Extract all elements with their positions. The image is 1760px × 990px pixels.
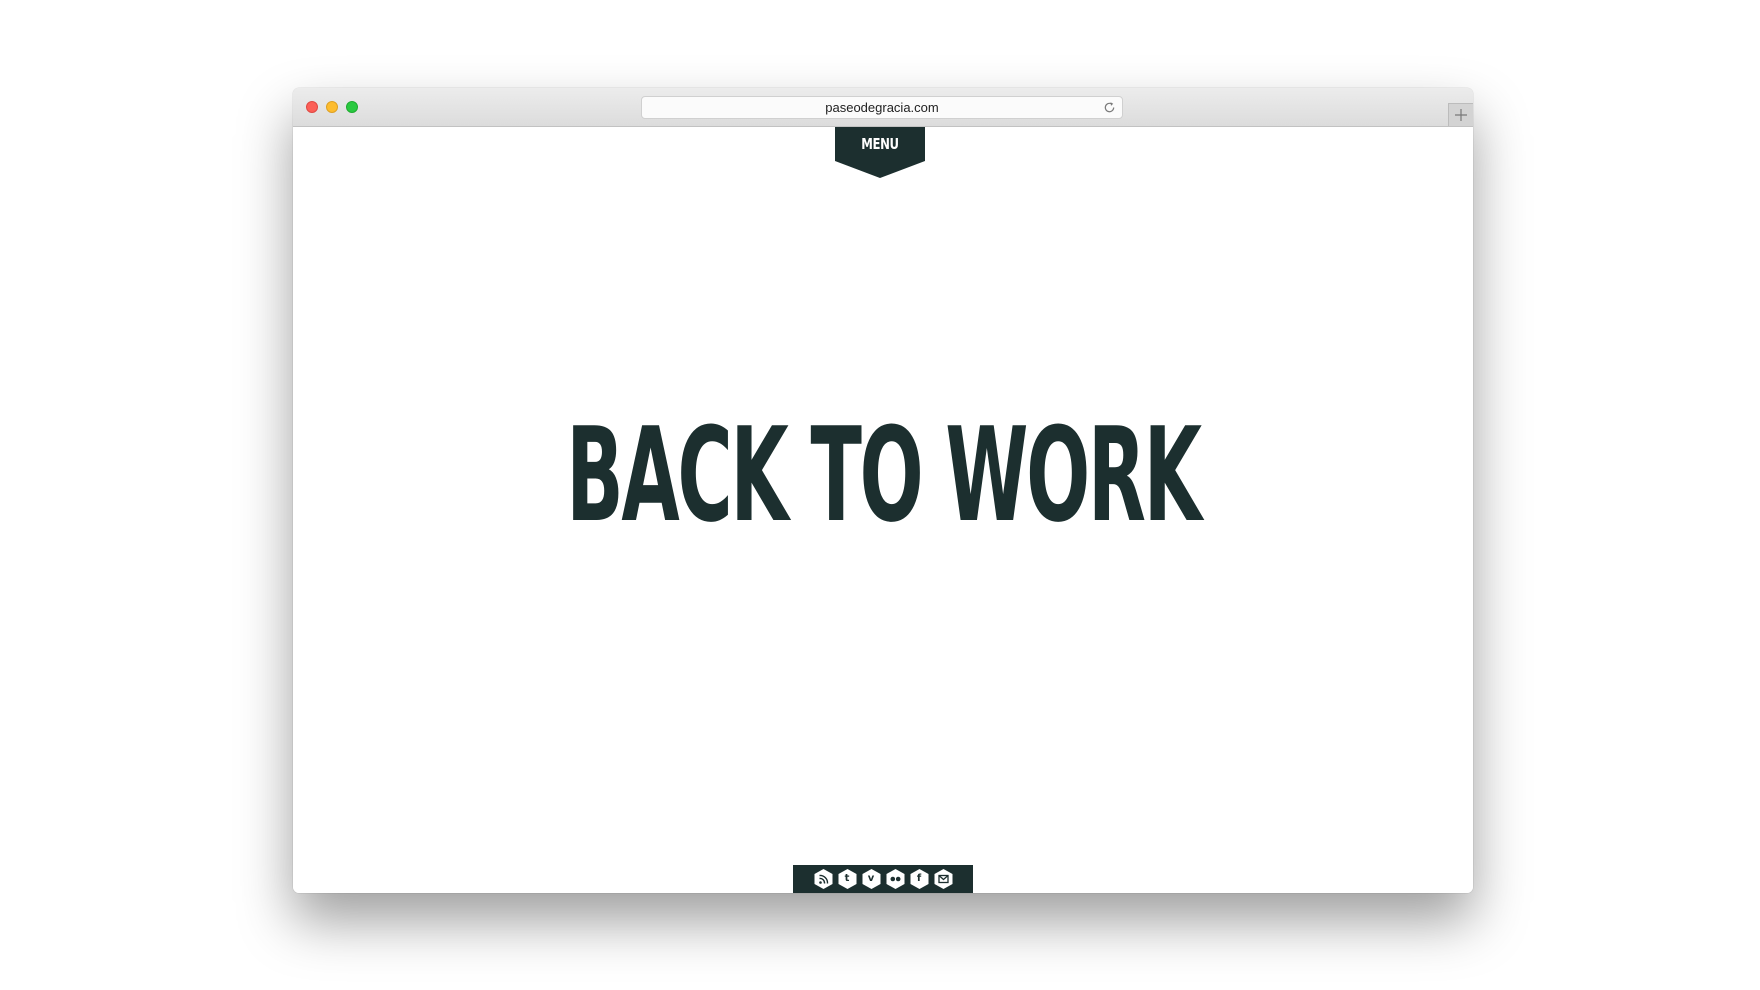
vimeo-icon[interactable]: v: [862, 869, 881, 889]
reload-icon[interactable]: [1103, 101, 1116, 114]
url-text: paseodegracia.com: [825, 100, 939, 115]
hero-title: BACK TO WORK: [566, 399, 1202, 551]
window-minimize-button[interactable]: [326, 101, 338, 113]
page-viewport: MENU BACK TO WORK t v f: [293, 127, 1473, 893]
plus-icon: [1455, 109, 1467, 121]
email-icon[interactable]: [934, 869, 953, 889]
address-bar[interactable]: paseodegracia.com: [641, 96, 1123, 119]
social-bar: t v f: [793, 865, 973, 893]
tumblr-icon[interactable]: t: [838, 869, 857, 889]
window-close-button[interactable]: [306, 101, 318, 113]
browser-titlebar: paseodegracia.com: [293, 88, 1473, 127]
menu-label: MENU: [861, 135, 899, 153]
flickr-icon[interactable]: [886, 869, 905, 889]
rss-icon[interactable]: [814, 869, 833, 889]
window-maximize-button[interactable]: [346, 101, 358, 113]
menu-button[interactable]: MENU: [835, 127, 925, 179]
browser-window: paseodegracia.com MENU BACK TO WORK t v …: [293, 88, 1473, 893]
facebook-icon[interactable]: f: [910, 869, 929, 889]
new-tab-button[interactable]: [1448, 103, 1473, 126]
